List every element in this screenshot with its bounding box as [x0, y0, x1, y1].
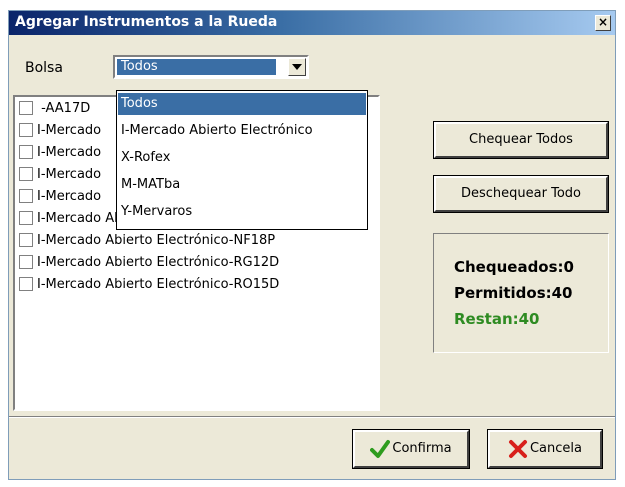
checkbox[interactable] — [19, 232, 33, 247]
list-item[interactable]: I-Mercado — [19, 188, 101, 206]
list-item-label: I-Mercado Abierto Electrónico-RO15D — [37, 277, 280, 292]
list-item-label: -AA17D — [37, 101, 91, 116]
confirm-button[interactable]: Confirma — [353, 430, 469, 468]
dropdown-option[interactable]: M-MATba — [118, 174, 366, 196]
remaining-count: Restan:40 — [454, 310, 540, 328]
cancel-button-label: Cancela — [529, 441, 582, 456]
dropdown-option[interactable]: X-Rofex — [118, 147, 366, 169]
check-all-button[interactable]: Chequear Todos — [434, 122, 608, 158]
bolsa-select[interactable]: Todos — [113, 55, 309, 79]
checkbox[interactable] — [19, 254, 33, 269]
status-panel: Chequeados:0 Permitidos:40 Restan:40 — [433, 233, 609, 353]
bolsa-selected-value: Todos — [117, 59, 276, 75]
title-bar[interactable]: Agregar Instrumentos a la Rueda × — [9, 11, 615, 35]
bolsa-dropdown-menu[interactable]: Todos I-Mercado Abierto Electrónico X-Ro… — [116, 90, 368, 230]
checkbox[interactable] — [19, 188, 33, 203]
check-all-button-frame: Chequear Todos — [433, 121, 609, 159]
confirm-button-label: Confirma — [392, 441, 452, 456]
list-item[interactable]: I-Mercado — [19, 166, 101, 184]
checkbox[interactable] — [19, 276, 33, 291]
allowed-count: Permitidos:40 — [454, 284, 573, 302]
dropdown-option[interactable]: I-Mercado Abierto Electrónico — [118, 120, 366, 142]
close-button[interactable]: × — [595, 15, 611, 31]
confirm-button-frame: Confirma — [352, 429, 470, 469]
dialog-window: Agregar Instrumentos a la Rueda × Bolsa … — [8, 10, 616, 480]
bottom-separator — [9, 416, 615, 418]
checkbox[interactable] — [19, 100, 33, 115]
dropdown-option[interactable]: Todos — [118, 93, 366, 115]
window-title: Agregar Instrumentos a la Rueda — [15, 14, 278, 30]
uncheck-all-button-frame: Deschequear Todo — [433, 175, 609, 213]
list-item-label: I-Mercado Abierto Electrónico-RG12D — [37, 255, 280, 270]
checkbox[interactable] — [19, 210, 33, 225]
list-item[interactable]: I-Mercado — [19, 144, 101, 162]
cancel-button-frame: Cancela — [487, 429, 603, 469]
list-item[interactable]: I-Mercado Abierto Electrónico-RG12D — [19, 254, 279, 272]
list-item-label: I-Mercado Abierto Electrónico-NF18P — [37, 233, 276, 248]
checkbox[interactable] — [19, 166, 33, 181]
checkbox[interactable] — [19, 122, 33, 137]
list-item-label: I-Mercado — [37, 123, 102, 138]
list-item[interactable]: -AA17D — [19, 100, 90, 118]
dropdown-arrow-button[interactable] — [288, 58, 306, 76]
x-icon — [508, 439, 527, 458]
chevron-down-icon — [292, 64, 302, 70]
list-item[interactable]: I-Mercado Abierto Electrónico-RO15D — [19, 276, 279, 294]
uncheck-all-button[interactable]: Deschequear Todo — [434, 176, 608, 212]
checked-count: Chequeados:0 — [454, 258, 574, 276]
check-icon — [370, 439, 391, 458]
list-item-label: I-Mercado — [37, 167, 102, 182]
list-item-label: I-Mercado — [37, 145, 102, 160]
dropdown-option[interactable]: Y-Mervaros — [118, 201, 366, 223]
cancel-button[interactable]: Cancela — [488, 430, 602, 468]
list-item-label: I-Mercado — [37, 189, 102, 204]
list-item[interactable]: I-Mercado Abierto Electrónico-NF18P — [19, 232, 275, 250]
list-item[interactable]: I-Mercado — [19, 122, 101, 140]
checkbox[interactable] — [19, 144, 33, 159]
bolsa-label: Bolsa — [25, 60, 63, 76]
